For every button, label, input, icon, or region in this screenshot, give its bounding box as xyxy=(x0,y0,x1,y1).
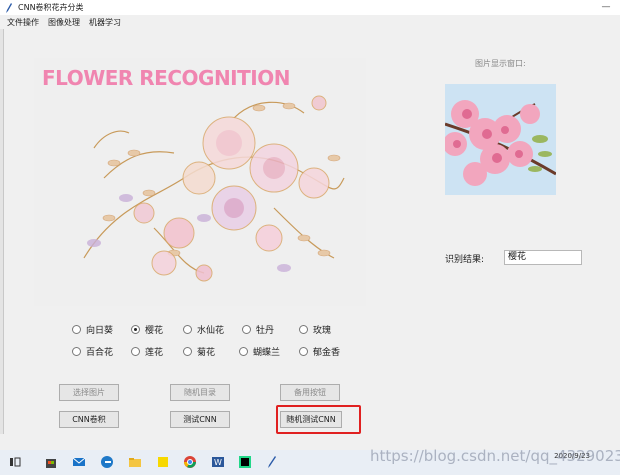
result-label: 识别结果: xyxy=(445,255,485,265)
word-icon[interactable]: W xyxy=(211,455,225,469)
blog-watermark: https://blog.csdn.net/qq_43290233 xyxy=(370,447,620,465)
feather-icon xyxy=(6,2,12,13)
radio-lily[interactable]: 百合花 xyxy=(72,345,113,358)
radio-dot xyxy=(242,325,251,334)
radio-narcissus[interactable]: 水仙花 xyxy=(183,323,224,336)
window-title: CNN卷积花卉分类 xyxy=(18,3,84,12)
radio-dot xyxy=(183,347,192,356)
menu-image-processing[interactable]: 图像处理 xyxy=(48,17,80,28)
radio-sunflower[interactable]: 向日葵 xyxy=(72,323,113,336)
radio-dot xyxy=(72,325,81,334)
radio-lotus[interactable]: 莲花 xyxy=(131,345,163,358)
svg-text:W: W xyxy=(214,458,222,467)
chrome-icon[interactable] xyxy=(183,455,197,469)
preview-image xyxy=(445,84,556,195)
radio-peony[interactable]: 牡丹 xyxy=(242,323,274,336)
radio-cherry-blossom[interactable]: 樱花 xyxy=(131,323,163,336)
flower-banner-image: FLOWER RECOGNITION xyxy=(34,58,366,306)
test-cnn-button[interactable]: 测试CNN xyxy=(170,411,230,428)
background-window-edge xyxy=(0,29,4,434)
store-icon[interactable] xyxy=(44,455,58,469)
radio-dot xyxy=(299,347,308,356)
edge-icon[interactable] xyxy=(100,455,114,469)
minimize-button[interactable]: — xyxy=(600,0,612,14)
radio-dot-checked xyxy=(131,325,140,334)
image-display-label: 图片显示窗口: xyxy=(475,59,526,68)
pycharm-icon[interactable] xyxy=(238,455,252,469)
task-view-icon[interactable] xyxy=(8,455,22,469)
random-directory-button[interactable]: 随机目录 xyxy=(170,384,230,401)
radio-row-1: 向日葵 樱花 水仙花 牡丹 玫瑰 xyxy=(0,323,620,337)
radio-dot xyxy=(239,347,248,356)
radio-dot xyxy=(299,325,308,334)
highlight-box xyxy=(276,405,361,434)
radio-dot xyxy=(72,347,81,356)
flower-illustration xyxy=(83,95,345,282)
radio-dot xyxy=(183,325,192,334)
select-image-button[interactable]: 选择图片 xyxy=(59,384,119,401)
sticky-notes-icon[interactable] xyxy=(156,455,170,469)
radio-dot xyxy=(131,347,140,356)
menu-bar: 文件操作 图像处理 机器学习 xyxy=(0,15,620,29)
radio-chrysanthemum[interactable]: 菊花 xyxy=(183,345,215,358)
title-bar: CNN卷积花卉分类 — xyxy=(0,0,620,15)
menu-file[interactable]: 文件操作 xyxy=(7,17,39,28)
spare-button[interactable]: 备用按钮 xyxy=(280,384,340,401)
radio-tulip[interactable]: 郁金香 xyxy=(299,345,340,358)
radio-rose[interactable]: 玫瑰 xyxy=(299,323,331,336)
cnn-conv-button[interactable]: CNN卷积 xyxy=(59,411,119,428)
flower-recognition-heading: FLOWER RECOGNITION xyxy=(42,66,290,90)
result-field[interactable]: 樱花 xyxy=(504,250,582,265)
menu-machine-learning[interactable]: 机器学习 xyxy=(89,17,121,28)
feather-taskbar-icon[interactable] xyxy=(265,455,279,469)
folder-icon[interactable] xyxy=(128,455,142,469)
mail-icon[interactable] xyxy=(72,455,86,469)
cherry-blossom-photo xyxy=(445,84,556,195)
radio-orchid[interactable]: 蝴蝶兰 xyxy=(239,345,280,358)
radio-row-2: 百合花 莲花 菊花 蝴蝶兰 郁金香 xyxy=(0,345,620,359)
